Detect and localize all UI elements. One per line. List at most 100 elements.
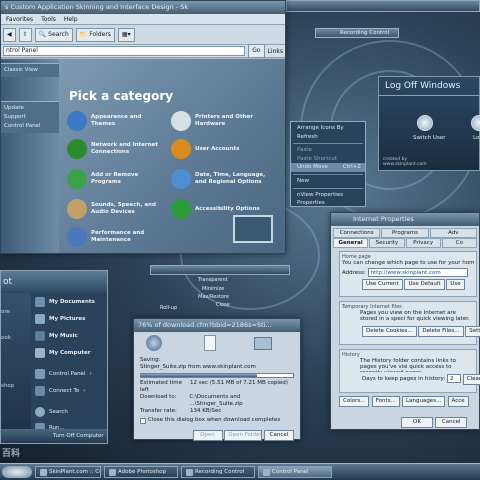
bottom-buttons: Colors... Fonts... Languages... Acce	[339, 396, 469, 407]
menu-item-arrange[interactable]: Arrange Icons By	[291, 124, 365, 133]
start-item-search[interactable]: Search	[35, 407, 68, 417]
taskbar-item-skinplant[interactable]: SkinPlant.com :: Cus	[35, 466, 101, 478]
category-programs[interactable]: Add or Remove Programs	[67, 169, 167, 189]
see-also-link[interactable]: Support	[4, 113, 56, 122]
background-bar	[150, 265, 290, 275]
start-item-my-music[interactable]: My Music	[35, 331, 78, 341]
start-item-connect-to[interactable]: Connect To ›	[35, 386, 85, 396]
category-performance[interactable]: Performance and Maintenance	[67, 227, 167, 247]
category-appearance[interactable]: Appearance and Themes	[67, 111, 167, 131]
links-label[interactable]: Links	[268, 48, 283, 55]
chevron-right-icon: ›	[83, 388, 86, 394]
delete-files-button[interactable]: Delete Files...	[418, 326, 464, 337]
home-page-description: You can change which page to use for you…	[342, 260, 474, 266]
start-item-my-documents[interactable]: My Documents	[35, 297, 95, 307]
photoshop-icon	[109, 468, 116, 476]
menu-tools[interactable]: Tools	[38, 14, 59, 24]
cancel-button[interactable]: Cancel	[435, 417, 468, 428]
address-input[interactable]: ntrol Panel	[3, 46, 246, 56]
tab-connections[interactable]: Connections	[333, 228, 381, 238]
category-user-accounts[interactable]: User Accounts	[171, 139, 271, 159]
tab-general[interactable]: General	[333, 238, 369, 248]
control-panel-icon	[263, 468, 270, 476]
label-close: Close	[216, 302, 230, 308]
menu-item-paste[interactable]: Paste	[291, 146, 365, 155]
taskbar-item-recording[interactable]: Recording Control	[181, 466, 255, 478]
languages-button[interactable]: Languages...	[402, 396, 446, 407]
sound-icon	[67, 199, 87, 219]
settings-button[interactable]: Sett	[465, 326, 480, 337]
classic-view-link[interactable]: Classic View	[4, 66, 56, 75]
menu-item-refresh[interactable]: Refresh	[291, 133, 365, 142]
download-titlebar[interactable]: 76% of download.cfm?bbid=2186s=Sti...	[134, 319, 300, 332]
menu-item-new[interactable]: New	[291, 177, 365, 186]
address-bar: ntrol Panel Go Links	[1, 44, 285, 58]
menu-item-paste-shortcut[interactable]: Paste Shortcut	[291, 155, 365, 164]
folder-icon	[254, 337, 272, 350]
taskbar-item-control-panel[interactable]: Control Panel	[258, 466, 332, 478]
ok-button[interactable]: OK	[401, 417, 433, 428]
category-datetime[interactable]: Date, Time, Language, and Regional Optio…	[171, 169, 271, 189]
recording-icon	[186, 468, 193, 476]
menu-bar: Favorites Tools Help	[1, 14, 285, 25]
fonts-button[interactable]: Fonts...	[371, 396, 400, 407]
taskbar-item-photoshop[interactable]: Adobe Photoshop	[104, 466, 178, 478]
days-input[interactable]: 2	[446, 374, 461, 383]
see-also-link[interactable]: Control Panel	[4, 122, 56, 131]
folders-button[interactable]: 📁 Folders	[75, 27, 115, 42]
views-button[interactable]: ▦▾	[117, 27, 135, 42]
clear-history-button[interactable]: Clear	[462, 374, 480, 385]
tab-security[interactable]: Security	[369, 238, 405, 248]
menu-help[interactable]: Help	[61, 14, 81, 24]
category-printers[interactable]: Printers and Other Hardware	[171, 111, 271, 131]
turn-off-button[interactable]: Turn Off Computer	[1, 429, 107, 443]
start-item-control-panel[interactable]: Control Panel ›	[35, 369, 92, 379]
home-address-input[interactable]: http://www.skinplant.com	[367, 268, 468, 277]
menu-item-undo-move[interactable]: Undo Move Ctrl+Z	[291, 163, 365, 172]
folders-label: Folders	[89, 30, 111, 38]
menu-item-nview[interactable]: nView Properties	[291, 191, 365, 200]
log-off-button[interactable]	[471, 115, 480, 131]
go-button[interactable]: Go	[248, 44, 265, 58]
tab-content[interactable]: Co	[441, 238, 477, 248]
category-network[interactable]: Network and Internet Connections	[67, 139, 167, 159]
use-blank-button[interactable]: Use	[446, 279, 465, 290]
switch-user-button[interactable]	[417, 115, 433, 131]
start-button[interactable]	[2, 466, 32, 478]
category-sounds[interactable]: Sounds, Speech, and Audio Devices	[67, 199, 167, 219]
history-description: The History folder contains links to pag…	[360, 358, 456, 372]
menu-item-properties[interactable]: Properties	[291, 199, 365, 208]
recording-control-strip[interactable]: Recording Control	[315, 28, 399, 38]
pictures-icon	[35, 314, 45, 324]
home-buttons: Use Current Use Default Use	[342, 279, 474, 290]
start-item-my-computer[interactable]: My Computer	[35, 348, 90, 358]
internet-properties-window[interactable]: Internet Properties Connections Programs…	[330, 212, 480, 430]
tab-programs[interactable]: Programs	[381, 228, 429, 238]
see-also-link[interactable]: Update	[4, 104, 56, 113]
download-dialog[interactable]: 76% of download.cfm?bbid=2186s=Sti... Sa…	[133, 318, 301, 441]
internet-properties-titlebar[interactable]: Internet Properties	[331, 213, 479, 226]
tab-privacy[interactable]: Privacy	[405, 238, 441, 248]
menu-favorites[interactable]: Favorites	[3, 14, 36, 24]
up-button[interactable]: ⇧	[18, 27, 32, 42]
delete-cookies-button[interactable]: Delete Cookies...	[362, 326, 417, 337]
start-left-item[interactable]: ook	[1, 335, 31, 341]
cancel-button[interactable]: Cancel	[264, 430, 294, 441]
control-panel-titlebar[interactable]: s Custom Application Skinning and Interf…	[1, 1, 285, 14]
back-button[interactable]: ◀	[3, 27, 16, 42]
colors-button[interactable]: Colors...	[339, 396, 370, 407]
start-left-item[interactable]: shop	[1, 383, 31, 389]
datetime-icon	[171, 169, 191, 189]
start-item-my-pictures[interactable]: My Pictures	[35, 314, 85, 324]
info-row: Estimated time left 12 sec (5.51 MB of 7.…	[140, 380, 288, 393]
use-current-button[interactable]: Use Current	[362, 279, 403, 290]
accessibility-button[interactable]: Acce	[447, 396, 469, 407]
search-button[interactable]: 🔍 Search	[34, 27, 73, 42]
close-checkbox[interactable]	[140, 417, 146, 424]
open-folder-button[interactable]: Open Folder	[224, 430, 263, 441]
use-default-button[interactable]: Use Default	[404, 279, 445, 290]
open-button[interactable]: Open	[192, 430, 223, 441]
tab-advanced[interactable]: Adv	[429, 228, 477, 238]
control-panel-window[interactable]: s Custom Application Skinning and Interf…	[0, 0, 286, 254]
start-left-item[interactable]: ore	[1, 309, 31, 315]
